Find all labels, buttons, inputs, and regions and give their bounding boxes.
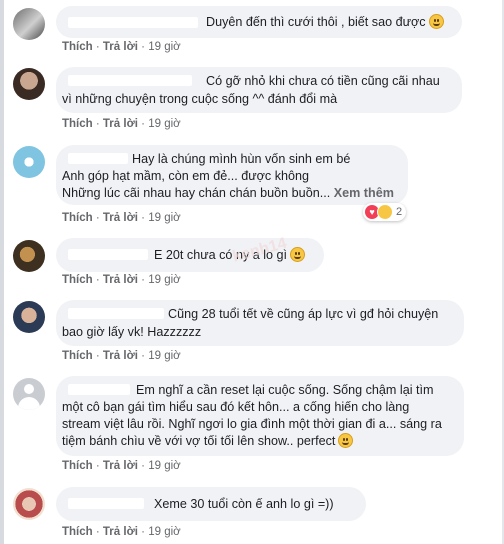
like-link[interactable]: Thích	[62, 118, 93, 130]
comment-actions: Thích · Trả lời · 19 giờ	[62, 41, 181, 53]
author-name-redacted[interactable]	[68, 249, 148, 260]
like-link[interactable]: Thích	[62, 274, 93, 286]
see-more-link[interactable]: Xem thêm	[334, 186, 394, 200]
timestamp[interactable]: 19 giờ	[148, 212, 180, 224]
timestamp[interactable]: 19 giờ	[148, 350, 180, 362]
comment-text-line: Có gỡ nhỏ khi chưa có tiền cũng cãi nhau	[206, 74, 440, 88]
reply-link[interactable]: Trả lời	[103, 460, 138, 472]
comment-text-line: Duyên đến thì cưới thôi , biết sao được	[206, 12, 444, 32]
dot-separator: ·	[95, 212, 100, 224]
like-link[interactable]: Thích	[62, 526, 93, 538]
thread-rail	[0, 0, 4, 544]
dot-separator: ·	[141, 460, 145, 472]
author-name-redacted[interactable]	[68, 153, 128, 164]
timestamp[interactable]: 19 giờ	[148, 526, 180, 538]
timestamp[interactable]: 19 giờ	[148, 118, 180, 130]
comment-text-line: Cũng 28 tuổi tết về cũng áp lực vì gđ hỏ…	[168, 307, 439, 321]
dot-separator: ·	[95, 526, 100, 538]
reply-link[interactable]: Trả lời	[103, 526, 138, 538]
comment-text-line: Xeme 30 tuổi còn ế anh lo gì =))	[154, 497, 334, 511]
author-name-redacted[interactable]	[68, 498, 144, 509]
dot-separator: ·	[95, 118, 100, 130]
avatar[interactable]	[13, 146, 45, 178]
comment-bubble: Có gỡ nhỏ khi chưa có tiền cũng cãi nhau…	[56, 67, 462, 113]
comment-text-line: vì những chuyện trong cuộc sống ^^ đánh …	[62, 92, 338, 106]
comment-bubble: Cũng 28 tuổi tết về cũng áp lực vì gđ hỏ…	[56, 300, 464, 346]
avatar[interactable]	[13, 8, 45, 40]
dot-separator: ·	[141, 274, 145, 286]
like-link[interactable]: Thích	[62, 460, 93, 472]
timestamp[interactable]: 19 giờ	[148, 274, 180, 286]
reaction-count: 2	[396, 206, 403, 218]
comment-actions: Thích · Trả lời · 19 giờ	[62, 274, 181, 286]
comment-actions: Thích · Trả lời · 19 giờ	[62, 212, 181, 224]
avatar[interactable]	[13, 301, 45, 333]
dot-separator: ·	[141, 41, 145, 53]
dot-separator: ·	[95, 274, 100, 286]
author-name-redacted[interactable]	[68, 384, 130, 395]
comment-text-line: tiệm bánh chìu về với vợ tối tối lên sho…	[62, 431, 354, 451]
reply-link[interactable]: Trả lời	[103, 41, 138, 53]
comment-actions: Thích · Trả lời · 19 giờ	[62, 526, 181, 538]
avatar[interactable]	[13, 488, 45, 520]
comment-text-line: bao giờ lấy vk! Hazzzzzz	[62, 325, 202, 339]
author-name-redacted[interactable]	[68, 308, 164, 319]
dot-separator: ·	[95, 41, 100, 53]
default-avatar-icon[interactable]	[13, 378, 45, 410]
like-link[interactable]: Thích	[62, 212, 93, 224]
author-name-redacted[interactable]	[68, 17, 198, 28]
dot-separator: ·	[141, 526, 145, 538]
reply-link[interactable]: Trả lời	[103, 350, 138, 362]
comment-actions: Thích · Trả lời · 19 giờ	[62, 118, 181, 130]
grin-emoji-icon	[338, 433, 354, 448]
comment-bubble: Xeme 30 tuổi còn ế anh lo gì =))	[56, 487, 366, 521]
avatar[interactable]	[13, 240, 45, 272]
avatar[interactable]	[13, 68, 45, 100]
comment-actions: Thích · Trả lời · 19 giờ	[62, 460, 181, 472]
reaction-badge[interactable]: ♥ 2	[363, 203, 407, 221]
comment-actions: Thích · Trả lời · 19 giờ	[62, 350, 181, 362]
timestamp[interactable]: 19 giờ	[148, 41, 180, 53]
wow-reaction-icon	[377, 204, 393, 220]
comment-bubble: Hay là chúng mình hùn vốn sinh em bé Anh…	[56, 145, 408, 205]
reply-link[interactable]: Trả lời	[103, 212, 138, 224]
reply-link[interactable]: Trả lời	[103, 274, 138, 286]
like-link[interactable]: Thích	[62, 350, 93, 362]
comment-bubble: Duyên đến thì cưới thôi , biết sao được	[56, 6, 462, 38]
smile-emoji-icon	[428, 14, 444, 29]
reply-link[interactable]: Trả lời	[103, 118, 138, 130]
like-link[interactable]: Thích	[62, 41, 93, 53]
timestamp[interactable]: 19 giờ	[148, 460, 180, 472]
comment-bubble: Em nghĩ a cần reset lại cuộc sống. Sống …	[56, 376, 464, 456]
comment-text-line: Những lúc cãi nhau hay chán chán buồn bu…	[62, 186, 394, 200]
dot-separator: ·	[141, 350, 145, 362]
author-name-redacted[interactable]	[68, 75, 192, 86]
dot-separator: ·	[95, 460, 100, 472]
dot-separator: ·	[141, 212, 145, 224]
dot-separator: ·	[141, 118, 145, 130]
dot-separator: ·	[95, 350, 100, 362]
